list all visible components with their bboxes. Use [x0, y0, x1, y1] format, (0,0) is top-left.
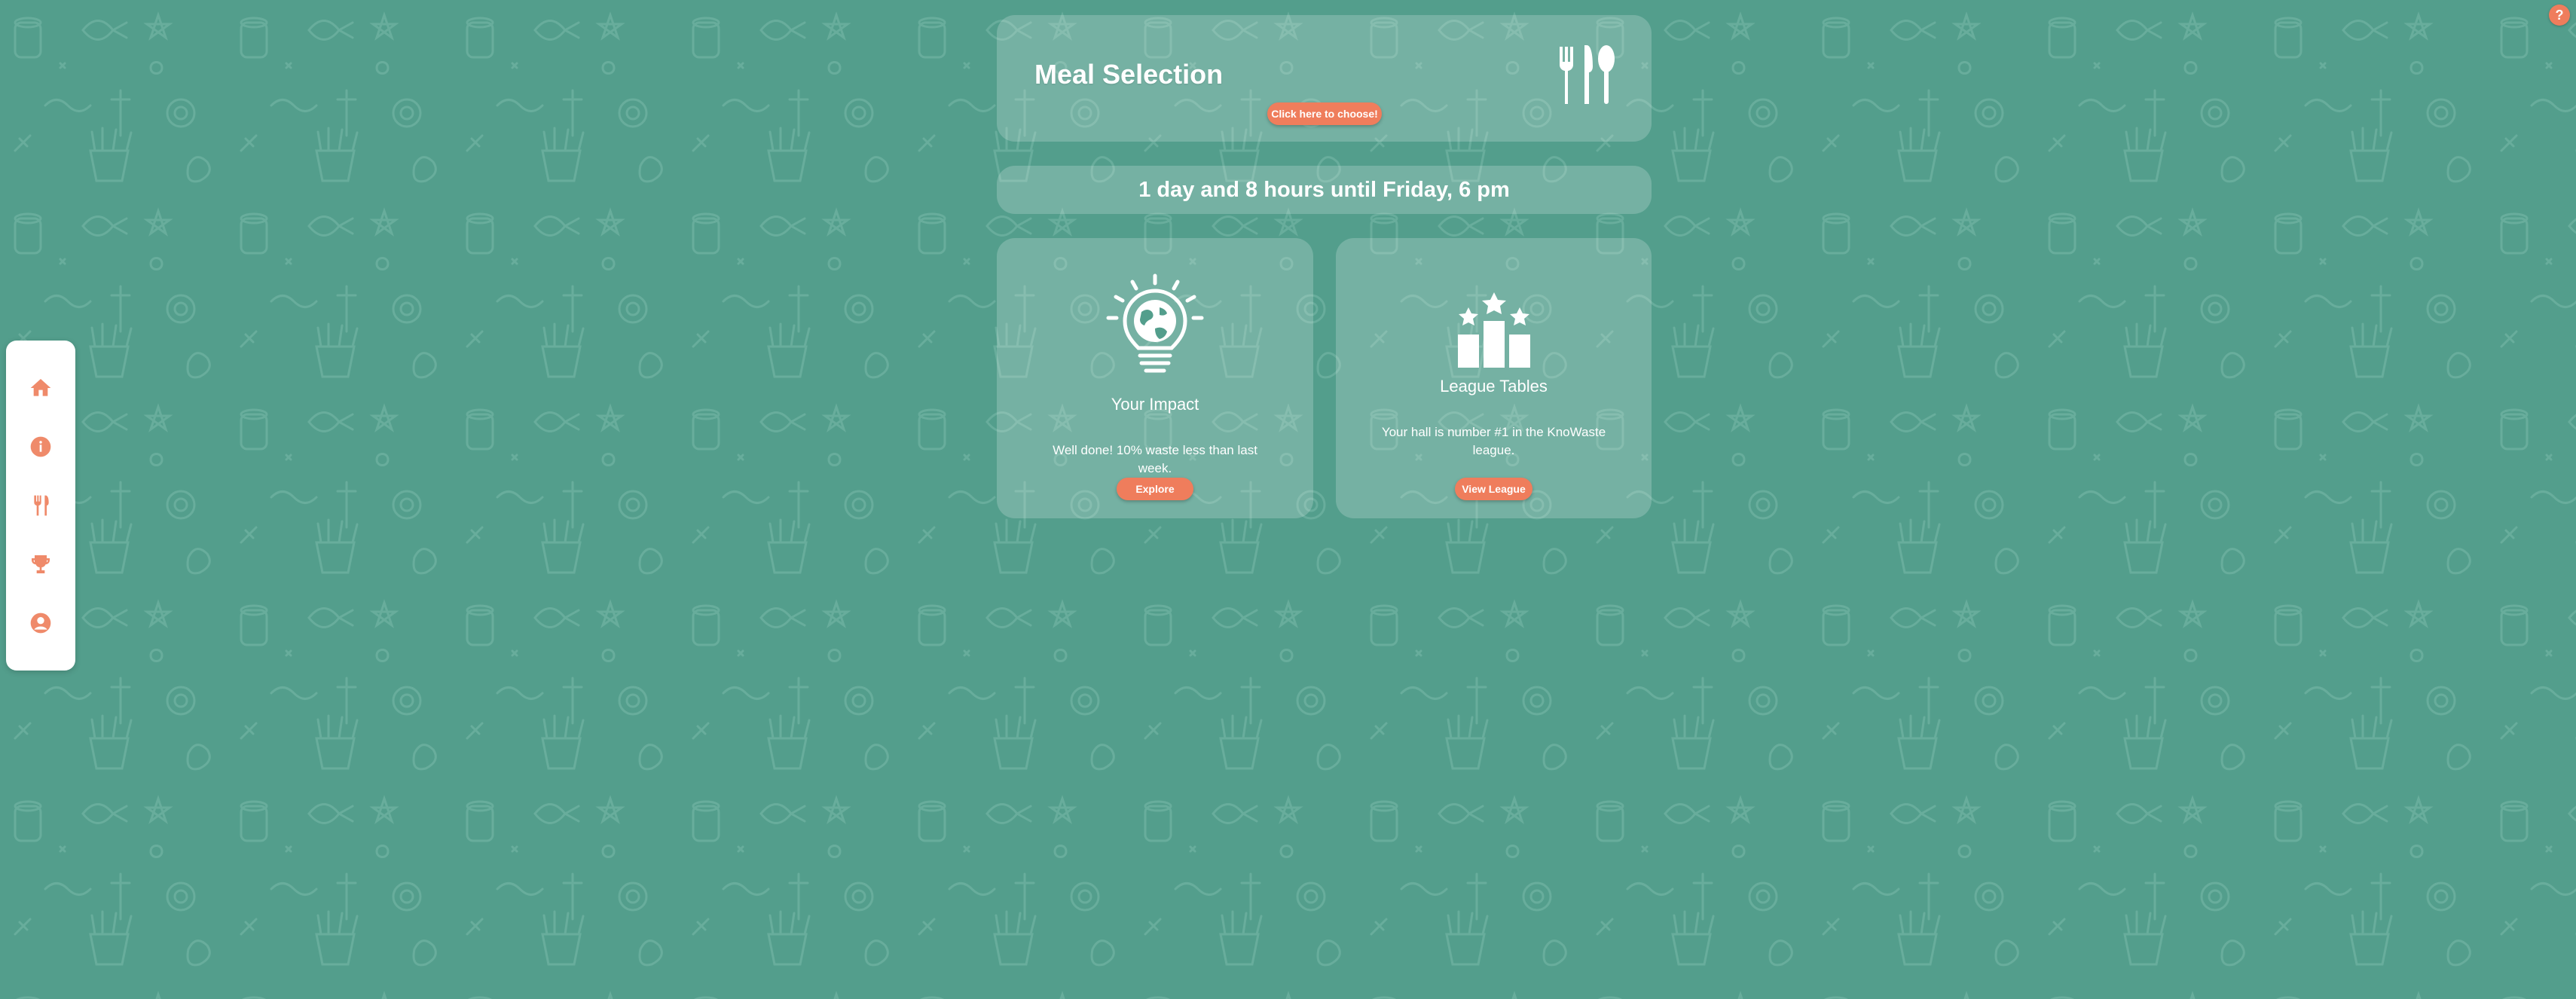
cutlery-icon	[1559, 45, 1615, 104]
info-icon	[30, 436, 51, 457]
meal-selection-title: Meal Selection	[1034, 59, 1224, 90]
help-button[interactable]: ?	[2549, 5, 2570, 26]
impact-description: Well done! 10% waste less than last week…	[1053, 443, 1257, 475]
choose-meal-button[interactable]: Click here to choose!	[1267, 102, 1382, 125]
league-card: League Tables Your hall is number #1 in …	[1336, 238, 1652, 518]
impact-card: Your Impact Well done! 10% waste less th…	[997, 238, 1313, 518]
league-title: League Tables	[1440, 377, 1548, 396]
sidebar-item-info[interactable]	[20, 426, 62, 468]
sidebar-item-league[interactable]	[20, 543, 62, 585]
podium-stars-icon	[1458, 292, 1530, 368]
league-description: Your hall is number #1 in the KnoWaste l…	[1381, 425, 1606, 457]
cutlery-icon	[34, 495, 49, 516]
countdown-card: 1 day and 8 hours until Friday, 6 pm	[997, 166, 1652, 214]
sidebar-nav	[6, 341, 75, 671]
explore-button[interactable]: Explore	[1117, 478, 1193, 500]
view-league-button[interactable]: View League	[1455, 478, 1532, 500]
sidebar-item-profile[interactable]	[20, 602, 62, 644]
trophy-icon	[32, 555, 50, 573]
lightbulb-globe-icon	[1106, 273, 1204, 373]
meal-selection-card: Meal Selection Click here to choose!	[997, 15, 1652, 142]
countdown-text: 1 day and 8 hours until Friday, 6 pm	[1138, 177, 1510, 202]
sidebar-item-home[interactable]	[20, 367, 62, 409]
sidebar-item-meals[interactable]	[20, 484, 62, 527]
home-icon	[30, 379, 51, 396]
impact-title: Your Impact	[1111, 395, 1199, 414]
user-icon	[30, 613, 51, 634]
